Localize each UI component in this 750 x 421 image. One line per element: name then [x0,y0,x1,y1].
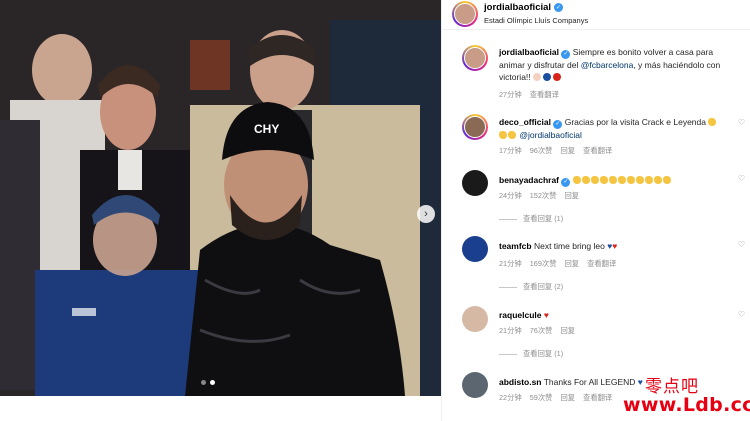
reply-button[interactable]: 回复 [560,393,575,403]
verified-badge-icon: ✓ [561,177,571,187]
comment-text: teamfcb Next time bring leo ♥♥ [499,241,618,251]
photo-illustration: CHY [0,0,441,396]
red-circle-emoji-icon [553,72,562,81]
comment-text: benayadachraf ✓ [499,174,734,187]
post-photo-area: CHY › [0,0,441,421]
comment-likes[interactable]: 169次赞 [530,259,557,269]
clap-emoji-icon [626,176,635,184]
comments-panel: jordialbaoficial ✓ Estadi Olímpic Lluís … [441,0,750,421]
reply-button[interactable]: 回复 [565,259,580,269]
reply-button[interactable]: 回复 [565,191,580,201]
heart-icon[interactable]: ♡ [738,310,745,319]
chevron-right-icon: › [424,208,428,220]
clap-emoji-icon [644,176,653,184]
comment-time[interactable]: 21分钟 [499,259,522,269]
mention-link[interactable]: @fcbarcelona [581,60,634,70]
site-watermark: 零点吧 www.Ldb.cc [623,372,750,418]
comment-username[interactable]: jordialbaoficial [499,47,559,57]
author-username[interactable]: jordialbaoficial ✓ [484,2,564,13]
comment-text: jordialbaoficial ✓ Siempre es bonito vol… [499,47,721,82]
author-avatar[interactable] [452,1,478,27]
background-person [32,34,92,106]
view-replies[interactable]: 查看回复 (2) [499,282,563,292]
comment-meta: 24分钟 152次赞 回复 [499,191,579,201]
comment-likes[interactable]: 96次赞 [530,146,553,156]
translate-link[interactable]: 查看翻译 [583,393,612,403]
comment-meta: 27分钟 查看翻译 [499,90,559,100]
clap-emoji-icon [708,118,717,126]
heart-emoji-icon: ♥ [543,310,549,320]
clap-emoji-icon [508,130,516,139]
clap-emoji-icon [590,176,599,184]
post-photo[interactable]: CHY › [0,0,441,396]
verified-badge-icon: ✓ [554,3,564,12]
view-replies[interactable]: 查看回复 (1) [499,349,563,359]
commenter-avatar[interactable] [462,114,488,140]
clap-emoji-icon [533,72,542,81]
reply-button[interactable]: 回复 [560,146,575,156]
commenter-avatar[interactable] [462,236,488,262]
comment-time[interactable]: 21分钟 [499,326,522,336]
comment-time[interactable]: 17分钟 [499,146,522,156]
commenter-avatar[interactable] [462,372,488,398]
clap-emoji-icon [653,176,662,184]
comment-time[interactable]: 27分钟 [499,90,522,100]
view-replies[interactable]: 查看回复 (1) [499,214,563,224]
comment-username[interactable]: teamfcb [499,241,532,251]
clap-emoji-icon [572,176,581,184]
translate-link[interactable]: 查看翻译 [530,90,559,100]
comment-time[interactable]: 24分钟 [499,191,522,201]
comment-username[interactable]: deco_official [499,117,551,127]
comment-meta: 21分钟 169次赞 回复 查看翻译 [499,259,616,269]
clap-emoji-icon [662,176,671,184]
comment-username[interactable]: abdisto.sn [499,377,542,387]
clap-emoji-icon [599,176,608,184]
post-header: jordialbaoficial ✓ Estadi Olímpic Lluís … [442,0,750,30]
clap-emoji-icon [499,130,507,139]
clap-emoji-icon [617,176,626,184]
comment-time[interactable]: 22分钟 [499,393,522,403]
commenter-avatar[interactable] [462,306,488,332]
carousel-dots [201,380,215,385]
carousel-dot-active[interactable] [210,380,215,385]
comment-meta: 21分钟 76次赞 回复 [499,326,575,336]
post-location[interactable]: Estadi Olímpic Lluís Companys [484,16,588,25]
commenter-avatar[interactable] [462,45,488,71]
blue-circle-emoji-icon [543,72,552,81]
clap-emoji-icon [608,176,617,184]
heart-icon[interactable]: ♡ [738,240,745,249]
translate-link[interactable]: 查看翻译 [583,146,612,156]
carousel-dot[interactable] [201,380,206,385]
comment-text: deco_official ✓ Gracias por la visita Cr… [499,116,734,141]
comment-meta: 17分钟 96次赞 回复 查看翻译 [499,146,612,156]
comment-username[interactable]: benayadachraf [499,175,559,185]
heart-icon[interactable]: ♡ [738,174,745,183]
verified-badge-icon: ✓ [553,119,563,129]
verified-badge-icon: ✓ [561,49,571,59]
comment-username[interactable]: raquelcule [499,310,542,320]
heart-emoji-icon: ♥ [612,241,618,251]
reply-button[interactable]: 回复 [560,326,575,336]
comment-likes[interactable]: 59次赞 [530,393,553,403]
comment-meta: 22分钟 59次赞 回复 查看翻译 [499,393,612,403]
beanie-text: CHY [254,122,279,136]
carousel-next-button[interactable]: › [417,205,435,223]
commenter-avatar[interactable] [462,170,488,196]
comment-text: raquelcule ♥ [499,309,734,321]
heart-icon[interactable]: ♡ [738,118,745,127]
mention-link[interactable]: @jordialbaoficial [519,130,582,140]
child-figure [35,270,205,396]
clap-emoji-icon [581,176,590,184]
comment-likes[interactable]: 76次赞 [530,326,553,336]
comment-likes[interactable]: 152次赞 [530,191,557,201]
watermark-url: www.Ldb.cc [623,394,750,416]
clap-emoji-icon [635,176,644,184]
translate-link[interactable]: 查看翻译 [587,259,616,269]
